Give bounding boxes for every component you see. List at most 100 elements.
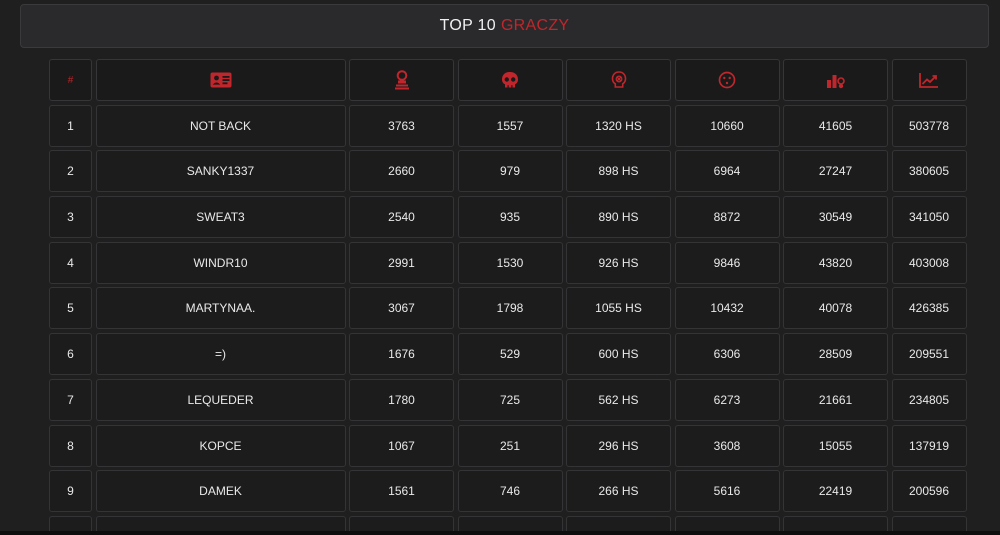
cell-damage: 30549	[783, 196, 888, 239]
cell-damage: 27247	[783, 150, 888, 193]
player-name-value: NOT BACK	[189, 118, 252, 133]
cell-damage: 21661	[783, 378, 888, 421]
deaths-value: 1557	[496, 118, 524, 133]
deaths-value: 1798	[496, 301, 524, 316]
headshots-value: 890 HS	[598, 210, 639, 225]
shots-value: 10660	[710, 118, 744, 133]
cell-points: 209551	[891, 333, 967, 376]
cell-shots: 9846	[674, 241, 780, 284]
rank-value: 6	[67, 347, 74, 362]
kills-value: 3067	[388, 301, 415, 316]
cell-points: 426385	[891, 287, 967, 330]
cell-shots: 10660	[674, 104, 780, 147]
cell-deaths: 251	[457, 424, 563, 467]
cell-shots: 5616	[674, 470, 780, 513]
skull-icon	[501, 71, 519, 89]
cell-rank: 3	[49, 196, 92, 239]
cell-kills: 2540	[349, 196, 454, 239]
shots-value: 6306	[713, 347, 741, 362]
cell-deaths: 725	[457, 378, 563, 421]
title-top10: TOP 10	[439, 17, 496, 34]
player-name-value: SANKY1337	[186, 164, 255, 179]
deaths-value: 746	[499, 484, 521, 499]
cell-headshots: 926 HS	[566, 241, 671, 284]
target-icon	[718, 71, 736, 89]
damage-value: 27247	[818, 164, 853, 179]
headshots-value: 1055 HS	[595, 301, 642, 316]
col-kills-header	[349, 59, 454, 101]
player-name-value: =)	[214, 347, 226, 362]
damage-value: 30549	[818, 210, 853, 225]
cell-kills: 3763	[349, 104, 454, 147]
points-value: 137919	[908, 438, 950, 453]
col-points-header	[891, 59, 967, 101]
deaths-value: 725	[499, 392, 521, 407]
cell-rank: 5	[49, 287, 92, 330]
cell-shots: 6306	[674, 333, 780, 376]
points-value: 234805	[908, 392, 950, 407]
cell-deaths: 979	[457, 150, 563, 193]
headshots-value: 926 HS	[598, 255, 639, 270]
player-name-value: MARTYNAA.	[185, 301, 256, 316]
cell-kills: 1067	[349, 424, 454, 467]
points-value: 503778	[908, 118, 950, 133]
cell-player-name: SANKY1337	[95, 150, 346, 193]
kills-value: 1561	[388, 484, 415, 499]
cell-deaths: 1557	[457, 104, 563, 147]
cell-headshots: 890 HS	[566, 196, 671, 239]
cell-rank: 8	[49, 424, 92, 467]
rank-value: 5	[67, 301, 74, 316]
col-shots-header	[674, 59, 780, 101]
points-value: 380605	[908, 164, 950, 179]
deaths-value: 251	[499, 438, 521, 453]
damage-value: 21661	[818, 392, 853, 407]
deaths-value: 1530	[496, 255, 524, 270]
col-headshots-header	[566, 59, 671, 101]
damage-value: 28509	[818, 347, 853, 362]
rank-value: 1	[67, 118, 74, 133]
chart-icon	[919, 72, 939, 88]
cell-headshots: 898 HS	[566, 150, 671, 193]
cell-rank: 2	[49, 150, 92, 193]
cell-headshots: 1320 HS	[566, 104, 671, 147]
cell-headshots: 600 HS	[566, 333, 671, 376]
shots-value: 8872	[713, 210, 741, 225]
damage-value: 41605	[818, 118, 853, 133]
cell-kills: 2660	[349, 150, 454, 193]
cell-rank: 7	[49, 378, 92, 421]
col-deaths-header	[457, 59, 563, 101]
cell-rank: 9	[49, 470, 92, 513]
cell-damage: 41605	[783, 104, 888, 147]
cell-headshots: 296 HS	[566, 424, 671, 467]
headshots-value: 898 HS	[598, 164, 639, 179]
headshots-value: 600 HS	[598, 347, 639, 362]
damage-value: 22419	[818, 484, 853, 499]
cell-rank: 6	[49, 333, 92, 376]
cell-deaths: 529	[457, 333, 563, 376]
cell-player-name: DAMEK	[95, 470, 346, 513]
ranking-page: TOP 10 GRACZY #1 NOT BACK 3763 1557 1320 HS 1…	[0, 0, 1000, 535]
kills-value: 2660	[388, 164, 415, 179]
cell-headshots: 1055 HS	[566, 287, 671, 330]
damage-icon	[826, 71, 846, 89]
cell-kills: 1561	[349, 470, 454, 513]
cell-player-name: KOPCE	[95, 424, 346, 467]
grave-icon	[394, 70, 410, 90]
player-name-value: KOPCE	[199, 438, 242, 453]
cell-rank: 1	[49, 104, 92, 147]
cell-headshots: 562 HS	[566, 378, 671, 421]
shots-value: 5616	[713, 484, 741, 499]
cell-damage: 15055	[783, 424, 888, 467]
cell-player-name: NOT BACK	[95, 104, 346, 147]
col-name-header	[95, 59, 346, 101]
headshot-icon	[611, 71, 627, 89]
cell-points: 380605	[891, 150, 967, 193]
cell-player-name: SWEAT3	[95, 196, 346, 239]
kills-value: 1067	[388, 438, 415, 453]
cell-points: 403008	[891, 241, 967, 284]
deaths-value: 979	[499, 164, 521, 179]
cell-player-name: LEQUEDER	[95, 378, 346, 421]
cell-kills: 1676	[349, 333, 454, 376]
deaths-value: 935	[499, 210, 521, 225]
cell-damage: 43820	[783, 241, 888, 284]
